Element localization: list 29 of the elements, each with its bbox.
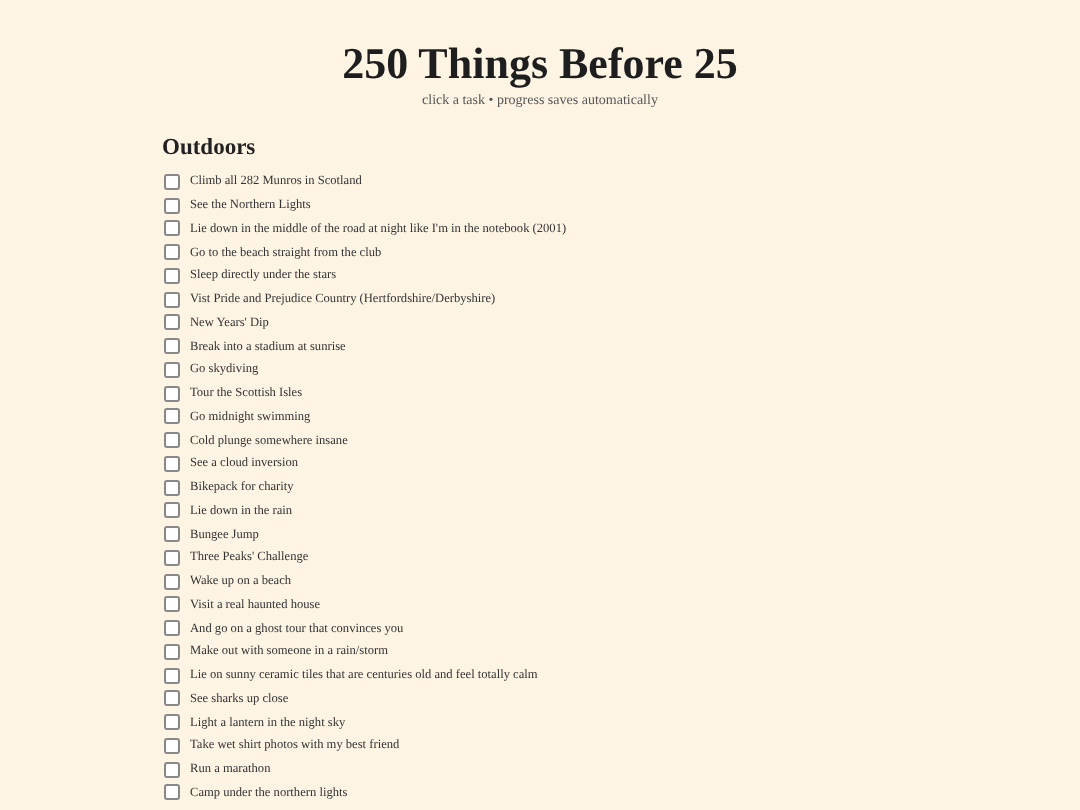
checkbox[interactable] — [164, 573, 180, 590]
checkbox[interactable] — [164, 526, 180, 543]
checkbox[interactable] — [164, 291, 180, 308]
checkbox[interactable] — [164, 267, 180, 284]
checkbox[interactable] — [164, 338, 180, 355]
page-title: 250 Things Before 25 — [340, 38, 740, 90]
checkbox[interactable] — [164, 596, 180, 613]
checkbox[interactable] — [164, 432, 180, 449]
checkbox[interactable] — [164, 761, 180, 778]
checkbox[interactable] — [164, 220, 180, 237]
checkbox[interactable] — [164, 455, 180, 472]
checkbox[interactable] — [164, 549, 180, 566]
checkbox[interactable] — [164, 737, 180, 754]
checkbox[interactable] — [164, 643, 180, 660]
checkbox[interactable] — [164, 784, 180, 801]
checkbox[interactable] — [164, 620, 180, 637]
checkbox[interactable] — [164, 479, 180, 496]
section-heading: Outdoors — [162, 134, 258, 162]
checkbox[interactable] — [164, 361, 180, 378]
checkbox[interactable] — [164, 714, 180, 731]
checkbox[interactable] — [164, 244, 180, 261]
checkbox[interactable] — [164, 408, 180, 425]
checkbox[interactable] — [164, 314, 180, 331]
checkbox[interactable] — [164, 667, 180, 684]
checkbox[interactable] — [164, 385, 180, 402]
checkbox[interactable] — [164, 197, 180, 214]
checkbox[interactable] — [164, 690, 180, 707]
checkbox[interactable] — [164, 502, 180, 519]
checkbox[interactable] — [164, 173, 180, 190]
